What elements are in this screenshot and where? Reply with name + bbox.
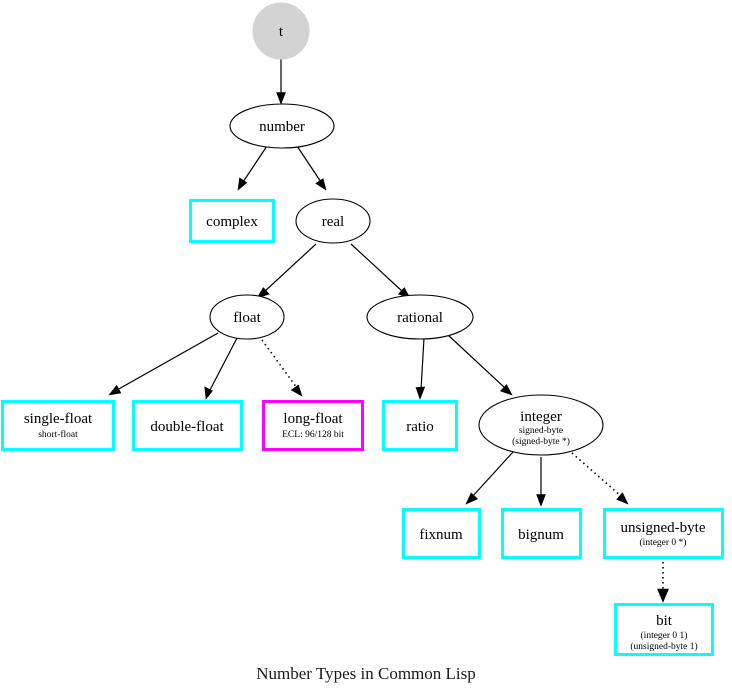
- node-bit-label: bit: [656, 613, 673, 629]
- node-complex-label: complex: [206, 214, 258, 230]
- node-fixnum[interactable]: fixnum: [402, 508, 481, 559]
- edge-number-real: [296, 145, 327, 191]
- node-bignum-label: bignum: [518, 527, 564, 543]
- edge-float-single-float: [108, 332, 219, 396]
- node-rational[interactable]: rational: [366, 294, 474, 340]
- nodes-layer: t number complex real float rational sin…: [1, 2, 724, 656]
- node-integer[interactable]: integer signed-byte (signed-byte *): [478, 394, 604, 456]
- edge-float-long-float: [261, 339, 303, 397]
- node-unsigned-byte[interactable]: unsigned-byte (integer 0 *): [603, 508, 724, 559]
- node-unsigned-byte-sub-1: (integer 0 *): [640, 537, 687, 548]
- edge-real-rational: [350, 243, 411, 299]
- node-single-float-label: single-float: [24, 411, 93, 427]
- node-fixnum-label: fixnum: [419, 527, 463, 543]
- edge-t-number: [276, 59, 286, 105]
- node-long-float-label: long-float: [283, 411, 343, 427]
- node-single-float[interactable]: single-float short-float: [1, 400, 115, 451]
- edge-integer-fixnum: [465, 451, 514, 505]
- node-rational-label: rational: [397, 310, 443, 326]
- graph-canvas: t number complex real float rational sin…: [1, 2, 724, 683]
- node-bit[interactable]: bit (integer 0 1) (unsigned-byte 1): [614, 603, 714, 656]
- edge-number-complex: [237, 145, 268, 191]
- node-single-float-sub-1: short-float: [38, 429, 78, 440]
- node-ratio[interactable]: ratio: [382, 400, 458, 451]
- node-number-label: number: [259, 119, 305, 135]
- node-ratio-label: ratio: [406, 419, 434, 435]
- node-float-label: float: [233, 310, 261, 326]
- node-float[interactable]: float: [209, 294, 285, 340]
- number-type-hierarchy-diagram: t number complex real float rational sin…: [0, 0, 732, 694]
- node-real[interactable]: real: [295, 198, 371, 244]
- edge-rational-ratio: [415, 337, 426, 400]
- edge-integer-bignum: [536, 457, 546, 507]
- diagram-caption: Number Types in Common Lisp: [256, 664, 476, 683]
- node-bit-sub-2: (unsigned-byte 1): [630, 641, 697, 652]
- edge-real-float: [256, 243, 317, 299]
- node-double-float[interactable]: double-float: [132, 400, 243, 451]
- node-integer-label: integer: [520, 409, 562, 425]
- node-number[interactable]: number: [229, 103, 335, 149]
- node-integer-sub-2: (signed-byte *): [512, 436, 570, 447]
- node-unsigned-byte-label: unsigned-byte: [621, 520, 706, 536]
- node-complex[interactable]: complex: [189, 199, 275, 243]
- node-t[interactable]: t: [252, 2, 310, 60]
- node-bit-sub-1: (integer 0 1): [641, 630, 688, 641]
- node-bignum[interactable]: bignum: [501, 508, 582, 559]
- node-long-float[interactable]: long-float ECL: 96/128 bit: [262, 400, 364, 451]
- node-double-float-label: double-float: [150, 419, 224, 435]
- edge-float-double-float: [204, 337, 238, 400]
- edge-unsigned-byte-bit: [657, 557, 669, 603]
- node-real-label: real: [322, 214, 344, 230]
- edge-integer-unsigned-byte: [571, 452, 629, 505]
- node-integer-sub-1: signed-byte: [519, 426, 563, 436]
- edge-rational-integer: [447, 334, 513, 396]
- node-long-float-sub-1: ECL: 96/128 bit: [282, 430, 344, 440]
